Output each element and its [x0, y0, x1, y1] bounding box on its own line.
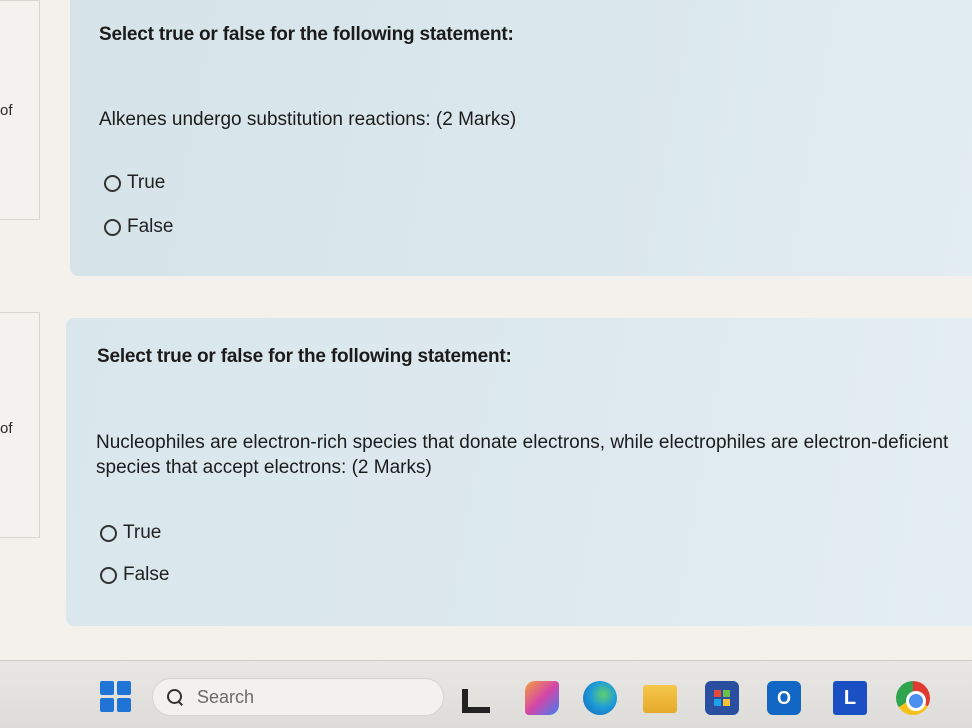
question-statement: Alkenes undergo substitution reactions: … [99, 109, 517, 130]
question-card-1: Select true or false for the following s… [70, 0, 972, 276]
option-true[interactable]: True [104, 172, 165, 194]
question-nav-label-2: of [0, 420, 13, 437]
question-prompt: Select true or false for the following s… [97, 346, 512, 367]
option-false[interactable]: False [104, 216, 173, 238]
windows-start-icon[interactable] [100, 681, 131, 712]
edge-icon[interactable] [583, 681, 617, 715]
radio-button[interactable] [104, 218, 121, 236]
option-label: True [123, 522, 162, 543]
question-prompt: Select true or false for the following s… [99, 24, 514, 45]
radio-button[interactable] [104, 174, 121, 192]
option-label: False [123, 564, 170, 585]
search-input[interactable] [197, 686, 397, 708]
search-icon [167, 689, 183, 705]
store-icon[interactable] [705, 681, 739, 715]
radio-button[interactable] [100, 566, 117, 584]
widgets-icon[interactable] [458, 685, 490, 713]
question-statement: Nucleophiles are electron-rich species t… [96, 432, 949, 478]
question-card-2: Select true or false for the following s… [66, 318, 972, 626]
taskbar-search[interactable] [152, 678, 444, 716]
learn-icon[interactable]: L [833, 681, 867, 715]
option-true[interactable]: True [100, 522, 161, 544]
option-false[interactable]: False [100, 564, 169, 586]
chrome-icon[interactable] [896, 681, 930, 715]
file-explorer-icon[interactable] [643, 685, 677, 713]
outlook-icon[interactable]: O [767, 681, 801, 715]
option-label: False [127, 216, 174, 237]
question-nav-label-1: of [0, 102, 13, 119]
copilot-icon[interactable] [525, 681, 559, 715]
option-label: True [127, 172, 166, 193]
radio-button[interactable] [100, 524, 117, 542]
taskbar: O L [0, 660, 972, 728]
